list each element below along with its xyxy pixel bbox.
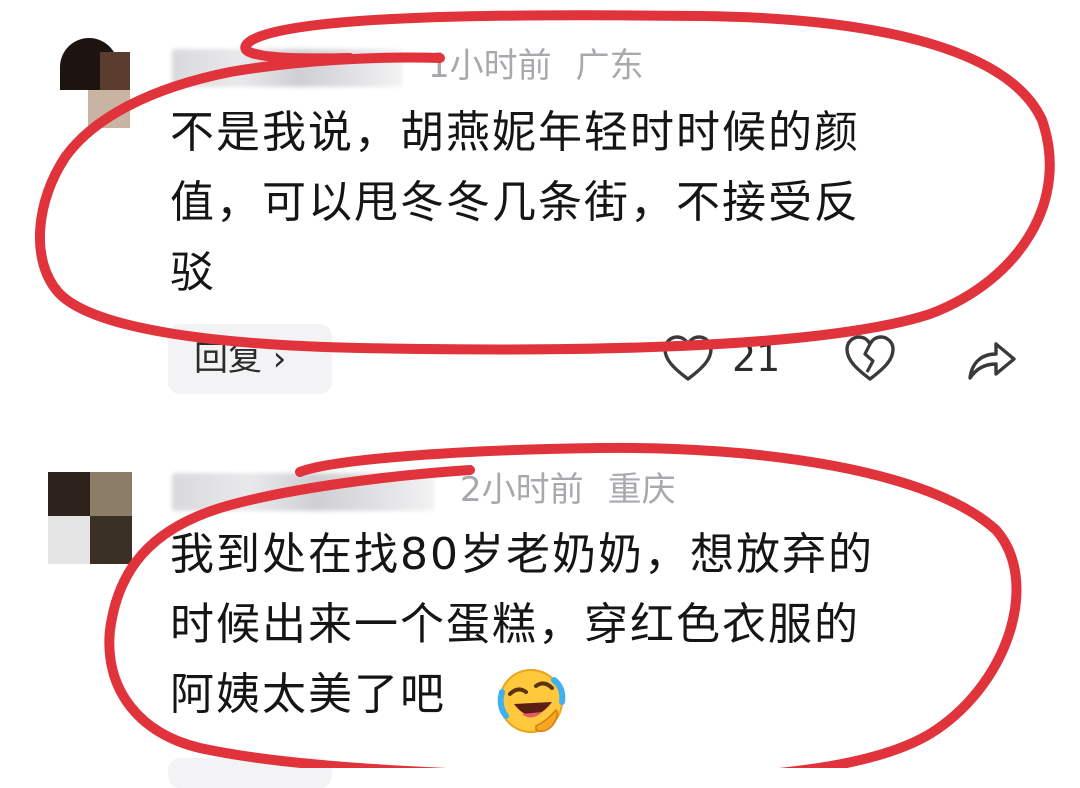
username-redacted[interactable] bbox=[172, 472, 434, 511]
comment-line: 值，可以甩冬冬几条街，不接受反 bbox=[170, 177, 860, 228]
comment-meta: 1小时前 广东 bbox=[172, 38, 644, 87]
comment-time: 2小时前 bbox=[460, 470, 584, 510]
like-count: 21 bbox=[732, 336, 781, 380]
comment-line: 驳 bbox=[170, 247, 216, 298]
comment-line: 不是我说，胡燕妮年轻时时候的颜 bbox=[170, 107, 860, 158]
comment-meta: 2小时前 重庆 bbox=[172, 462, 676, 511]
dislike-button[interactable] bbox=[844, 334, 896, 384]
comment-text: 我到处在找80岁老奶奶，想放弃的 时候出来一个蛋糕，穿红色衣服的 阿姨太美了吧 bbox=[170, 520, 990, 730]
comment-line-text: 阿姨太美了吧 bbox=[170, 669, 446, 720]
comment-time: 1小时前 bbox=[428, 46, 552, 86]
share-button[interactable] bbox=[966, 334, 1018, 384]
broken-heart-icon bbox=[845, 335, 895, 381]
reply-button[interactable]: 回复 › bbox=[168, 324, 332, 394]
comment-line: 我到处在找80岁老奶奶，想放弃的 bbox=[170, 529, 874, 580]
avatar[interactable] bbox=[48, 472, 132, 568]
reply-button[interactable] bbox=[168, 758, 332, 788]
heart-outline-icon bbox=[663, 335, 713, 381]
username-redacted[interactable] bbox=[172, 48, 402, 87]
comment-line: 时候出来一个蛋糕，穿红色衣服的 bbox=[170, 599, 860, 650]
comment-location: 广东 bbox=[575, 46, 644, 86]
avatar[interactable] bbox=[48, 32, 132, 128]
rolling-on-floor-laughing-emoji bbox=[497, 669, 566, 733]
comment-item: 1小时前 广东 不是我说，胡燕妮年轻时时候的颜 值，可以甩冬冬几条街，不接受反 驳… bbox=[0, 0, 1080, 410]
comment-location: 重庆 bbox=[607, 470, 676, 510]
comment-text: 不是我说，胡燕妮年轻时时候的颜 值，可以甩冬冬几条街，不接受反 驳 bbox=[170, 98, 990, 308]
share-arrow-icon bbox=[968, 342, 1016, 380]
like-button[interactable] bbox=[662, 334, 714, 384]
comment-line: 阿姨太美了吧 bbox=[170, 660, 990, 730]
comment-item: 2小时前 重庆 我到处在找80岁老奶奶，想放弃的 时候出来一个蛋糕，穿红色衣服的 … bbox=[0, 440, 1080, 788]
